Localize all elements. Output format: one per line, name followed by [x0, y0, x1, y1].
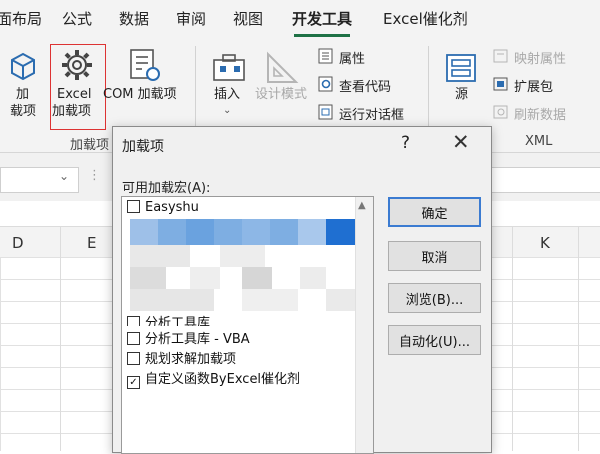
column-header-k[interactable]: K — [540, 234, 550, 252]
list-item-label: 分析工具库 — [145, 316, 211, 326]
com-addins-label: COM 加载项 — [103, 87, 177, 102]
excel-addins-label-line2: 加载项 — [52, 104, 92, 119]
list-item[interactable]: ✓ 自定义函数ByExcel催化剂 — [127, 368, 301, 389]
com-addins-button[interactable] — [128, 48, 162, 84]
gear-icon — [62, 50, 92, 80]
ok-button[interactable]: 确定 — [388, 197, 481, 227]
ruler-triangle-icon — [267, 51, 299, 83]
addins-button[interactable] — [8, 50, 38, 84]
grid-line — [512, 227, 513, 451]
expansion-pack-button[interactable]: 扩展包 — [514, 76, 553, 95]
com-addins-icon — [130, 49, 160, 81]
view-code-button[interactable]: 查看代码 — [339, 76, 391, 95]
list-item-label: 自定义函数ByExcel催化剂 — [145, 372, 301, 387]
tab-data[interactable]: 数据 — [119, 8, 149, 29]
checkbox[interactable] — [127, 332, 140, 345]
obscured-selected-item[interactable] — [130, 219, 355, 245]
excel-addins-label-line1: Excel — [57, 87, 92, 102]
design-mode-label: 设计模式 — [255, 87, 308, 102]
xml-group-label: XML — [525, 134, 553, 149]
grid-line — [60, 227, 61, 451]
available-addins-label: 可用加载宏(A): — [122, 181, 211, 196]
help-button[interactable]: ? — [401, 133, 410, 153]
list-item[interactable]: 分析工具库 — [127, 312, 210, 326]
column-header-d[interactable]: D — [12, 234, 24, 252]
source-label: 源 — [455, 87, 469, 102]
dialog-title: 加载项 — [122, 139, 164, 155]
run-dialog-button[interactable]: 运行对话框 — [339, 104, 404, 123]
checkbox[interactable] — [127, 316, 140, 326]
tab-review[interactable]: 审阅 — [176, 8, 206, 29]
tab-developer[interactable]: 开发工具 — [292, 8, 352, 29]
insert-button[interactable] — [212, 52, 248, 86]
view-code-icon — [318, 76, 334, 92]
column-header-e[interactable]: E — [87, 234, 96, 252]
run-dialog-icon — [318, 104, 334, 120]
tab-formulas[interactable]: 公式 — [62, 8, 92, 29]
more-options-icon[interactable]: ⋮ — [88, 168, 101, 183]
checkbox[interactable] — [127, 200, 140, 213]
addins-group-label: 加载项 — [70, 138, 110, 153]
active-tab-indicator — [294, 34, 350, 37]
list-scrollbar[interactable]: ▲ — [355, 197, 373, 453]
refresh-data-button[interactable]: 刷新数据 — [514, 104, 566, 123]
xml-source-icon — [446, 54, 476, 82]
list-item[interactable]: 分析工具库 - VBA — [127, 328, 250, 348]
addins-icon — [11, 52, 35, 81]
browse-button[interactable]: 浏览(B)... — [388, 283, 481, 313]
properties-button[interactable]: 属性 — [339, 48, 365, 67]
tab-view[interactable]: 视图 — [233, 8, 263, 29]
map-properties-icon — [493, 48, 509, 64]
tab-page-layout[interactable]: 面布局 — [0, 8, 42, 29]
list-item[interactable]: 规划求解加载项 — [127, 348, 236, 368]
checkbox[interactable] — [127, 352, 140, 365]
source-button[interactable] — [444, 52, 480, 86]
cancel-button[interactable]: 取消 — [388, 241, 481, 271]
map-properties-button[interactable]: 映射属性 — [514, 48, 566, 67]
list-item[interactable]: Easyshu — [127, 200, 199, 220]
grid-line — [578, 227, 579, 451]
addins-list[interactable]: ▲ Easyshu 分析工具库 分析工具库 - VBA 规划求解加载项 ✓ 自定… — [121, 196, 374, 454]
refresh-data-icon — [493, 104, 509, 120]
list-item-label: 分析工具库 - VBA — [145, 332, 250, 347]
automation-button[interactable]: 自动化(U)... — [388, 325, 481, 355]
excel-addins-button[interactable] — [60, 48, 94, 82]
chevron-down-icon[interactable]: ⌄ — [59, 169, 69, 183]
addins-dialog: 加载项 ? ✕ 可用加载宏(A): ▲ Easyshu 分析工具库 分析工具库 … — [112, 126, 492, 454]
chevron-down-icon[interactable]: ⌄ — [223, 102, 231, 120]
tab-excel-catalyst[interactable]: Excel催化剂 — [383, 8, 468, 29]
list-item-label: Easyshu — [145, 200, 199, 215]
checkbox-checked[interactable]: ✓ — [127, 376, 140, 389]
expansion-pack-icon — [493, 76, 509, 92]
obscured-items — [130, 245, 355, 311]
toolbox-icon — [213, 54, 245, 81]
design-mode-button[interactable] — [262, 50, 302, 86]
addins-label-line1: 加 — [16, 87, 30, 102]
close-button[interactable]: ✕ — [452, 130, 470, 154]
ribbon-tab-bar: 面布局 公式 数据 审阅 视图 开发工具 Excel催化剂 — [0, 0, 600, 38]
addins-label-line2: 载项 — [10, 104, 37, 119]
scroll-up-icon[interactable]: ▲ — [358, 200, 366, 211]
properties-icon — [318, 48, 334, 64]
list-item-label: 规划求解加载项 — [145, 352, 237, 367]
